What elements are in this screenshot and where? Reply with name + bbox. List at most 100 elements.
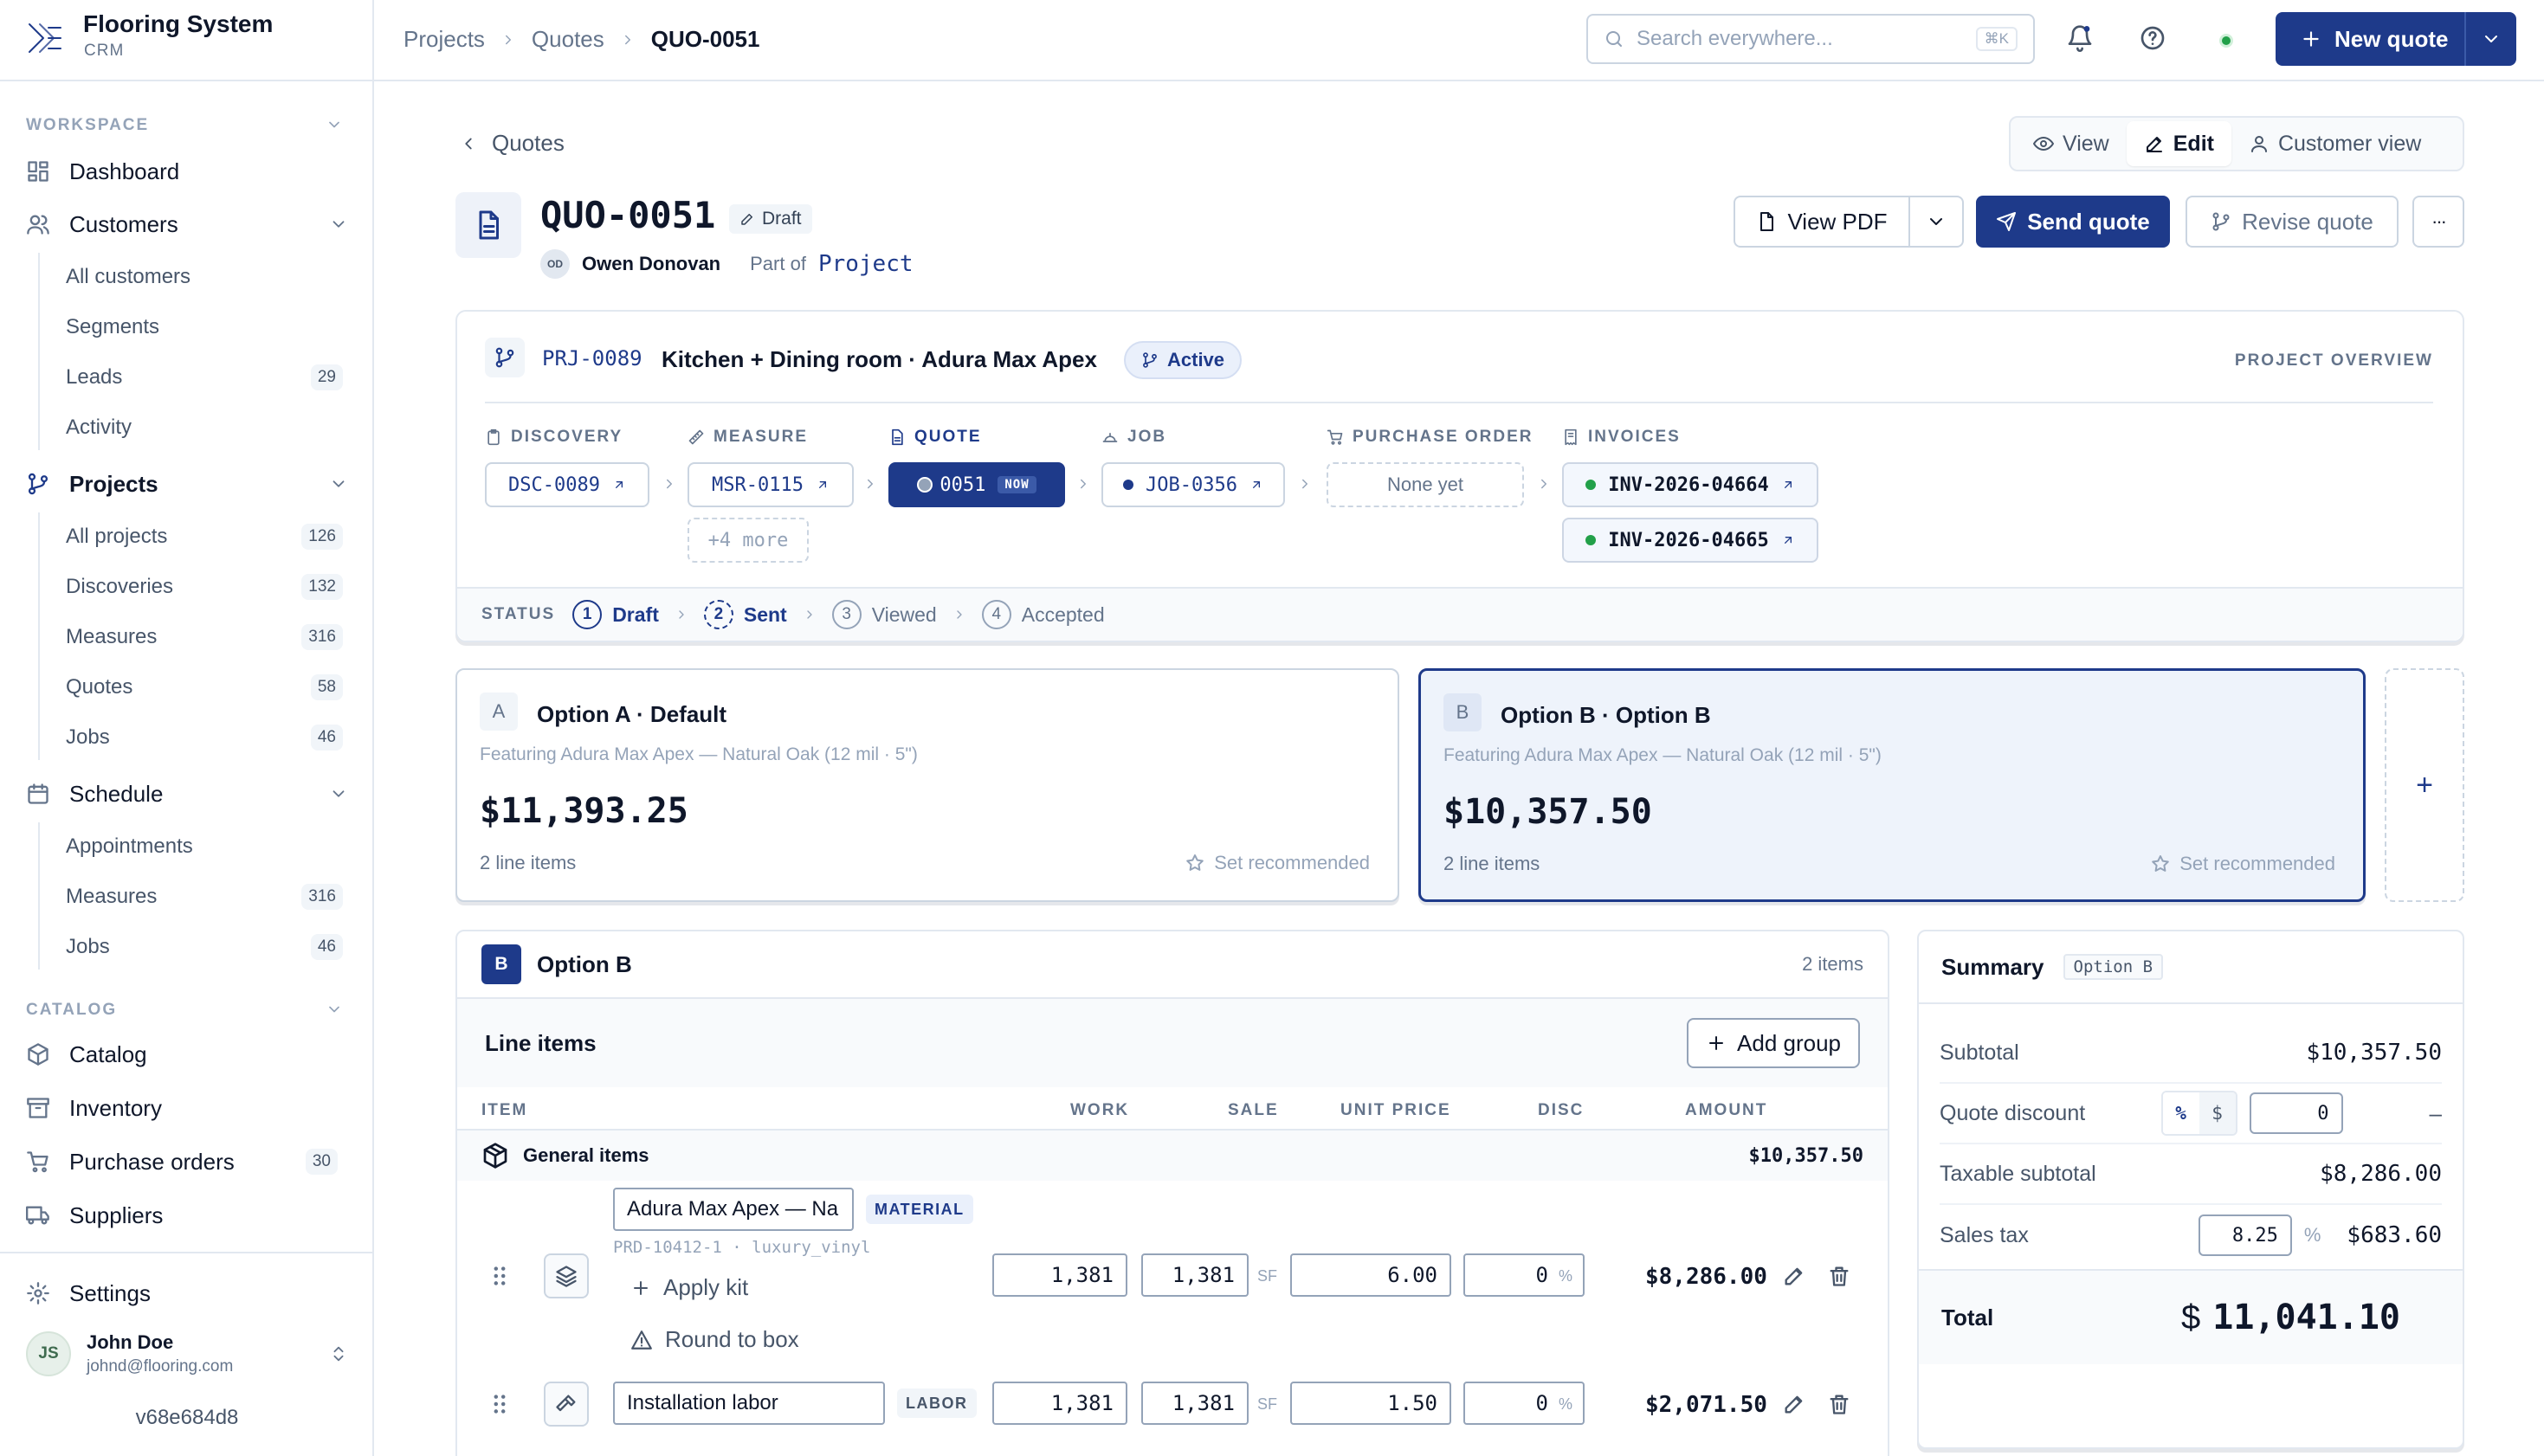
help-icon[interactable] — [2139, 24, 2166, 52]
sidebar-item-measures[interactable]: Measures 316 — [66, 620, 343, 654]
item-name-input[interactable]: Installation labor — [613, 1382, 885, 1425]
sidebar-item-customers[interactable]: Customers — [26, 205, 355, 243]
sidebar-item-quotes[interactable]: Quotes 58 — [66, 670, 343, 705]
invoice-chip-1[interactable]: INV-2026-04664 — [1562, 462, 1818, 507]
round-to-box-button[interactable]: Round to box — [630, 1326, 799, 1353]
unit-price-input[interactable]: 1.50 — [1290, 1382, 1451, 1425]
count-badge: 46 — [310, 725, 343, 751]
sidebar-item-settings[interactable]: Settings — [26, 1274, 355, 1312]
stage-job-header: JOB — [1101, 428, 1166, 447]
bell-icon[interactable] — [2066, 24, 2094, 52]
new-quote-dropdown[interactable] — [2464, 12, 2516, 66]
sidebar-item-label: Customers — [69, 210, 178, 237]
edit-icon[interactable] — [1782, 1264, 1806, 1288]
sidebar-item-activity[interactable]: Activity — [66, 410, 343, 445]
more-actions-button[interactable]: ··· — [2412, 196, 2464, 248]
item-name-input[interactable]: Adura Max Apex — Na — [613, 1188, 854, 1231]
sidebar-item-inventory[interactable]: Inventory — [26, 1089, 355, 1127]
option-featuring: Featuring Adura Max Apex — Natural Oak (… — [480, 744, 918, 764]
sidebar-item-schedule-measures[interactable]: Measures 316 — [66, 879, 343, 914]
new-quote-main[interactable]: New quote — [2276, 12, 2464, 66]
archive-icon — [26, 1096, 54, 1120]
step-accepted[interactable]: 4 Accepted — [981, 600, 1105, 629]
breadcrumb-projects[interactable]: Projects — [404, 26, 485, 53]
sidebar-item-all-customers[interactable]: All customers — [66, 260, 343, 294]
set-recommended-button[interactable]: Set recommended — [1185, 852, 1370, 874]
status-label: STATUS — [481, 605, 556, 623]
sidebar-item-all-projects[interactable]: All projects 126 — [66, 519, 343, 554]
status-badge: Draft — [729, 204, 812, 234]
trash-icon[interactable] — [1827, 1392, 1851, 1416]
add-group-button[interactable]: Add group — [1687, 1018, 1860, 1068]
edit-icon[interactable] — [1782, 1392, 1806, 1416]
sale-qty-input[interactable]: 1,381 — [1141, 1382, 1249, 1425]
sidebar-item-schedule[interactable]: Schedule — [26, 775, 355, 813]
sidebar-item-purchase-orders[interactable]: Purchase orders 30 — [26, 1143, 355, 1181]
sidebar-item-discoveries[interactable]: Discoveries 132 — [66, 570, 343, 604]
set-recommended-button[interactable]: Set recommended — [2150, 853, 2335, 875]
job-chip[interactable]: JOB-0356 — [1101, 462, 1285, 507]
view-pdf-button[interactable]: View PDF — [1734, 196, 1910, 248]
sidebar-item-label: Discoveries — [66, 575, 174, 598]
view-mode-customer[interactable]: Customer view — [2231, 121, 2438, 166]
add-option-button[interactable]: + — [2385, 668, 2464, 902]
user-menu[interactable]: JS John Doe johnd@flooring.com — [26, 1331, 355, 1376]
project-link[interactable]: Project — [818, 251, 914, 277]
sidebar-item-suppliers[interactable]: Suppliers — [26, 1196, 355, 1234]
sale-qty-input[interactable]: 1,381 — [1141, 1253, 1249, 1297]
revise-quote-button[interactable]: Revise quote — [2186, 196, 2399, 248]
step-sent[interactable]: 2 Sent — [703, 600, 787, 629]
drag-handle-icon[interactable] — [492, 1392, 507, 1416]
trash-icon[interactable] — [1827, 1264, 1851, 1288]
sidebar-item-jobs[interactable]: Jobs 46 — [66, 720, 343, 755]
sidebar-item-leads[interactable]: Leads 29 — [66, 360, 343, 395]
search-input[interactable] — [1637, 27, 1976, 51]
view-mode-view[interactable]: View — [2016, 121, 2127, 166]
discount-dollar-option[interactable]: $ — [2199, 1092, 2236, 1134]
quote-chip-current[interactable]: 0051 NOW — [888, 462, 1065, 507]
measure-more-chip[interactable]: +4 more — [688, 518, 809, 563]
breadcrumb-quotes[interactable]: Quotes — [532, 26, 604, 53]
sidebar-item-catalog[interactable]: Catalog — [26, 1035, 355, 1073]
option-title: Option A · Default — [537, 701, 727, 727]
measure-chip[interactable]: MSR-0115 — [688, 462, 854, 507]
discovery-chip[interactable]: DSC-0089 — [485, 462, 649, 507]
work-qty-input[interactable]: 1,381 — [992, 1382, 1127, 1425]
quote-discount-input[interactable]: 0 — [2249, 1092, 2343, 1134]
sidebar-item-schedule-jobs[interactable]: Jobs 46 — [66, 930, 343, 964]
sidebar-item-appointments[interactable]: Appointments — [66, 829, 343, 864]
sidebar-item-segments[interactable]: Segments — [66, 310, 343, 345]
step-draft[interactable]: 1 Draft — [572, 600, 659, 629]
apply-kit-button[interactable]: Apply kit — [630, 1274, 748, 1301]
step-viewed[interactable]: 3 Viewed — [831, 600, 937, 629]
back-link[interactable]: Quotes — [459, 130, 565, 157]
sidebar-item-dashboard[interactable]: Dashboard — [26, 152, 355, 190]
sidebar-item-projects[interactable]: Projects — [26, 465, 355, 503]
now-tag: NOW — [998, 476, 1036, 493]
workspace-collapse-icon[interactable] — [326, 116, 343, 133]
discount-percent-option[interactable]: % — [2162, 1092, 2199, 1134]
users-icon — [26, 212, 54, 236]
view-pdf-dropdown[interactable] — [1908, 196, 1964, 248]
option-card-a[interactable]: A Option A · Default Featuring Adura Max… — [455, 668, 1399, 902]
option-card-b[interactable]: B Option B · Option B Featuring Adura Ma… — [1418, 668, 2366, 902]
topbar: Projects Quotes QUO-0051 ⌘K New quote — [374, 0, 2544, 81]
column-header-work: WORK — [1070, 1101, 1130, 1119]
unit-price-input[interactable]: 6.00 — [1290, 1253, 1451, 1297]
summary-option-tag: Option B — [2063, 954, 2164, 980]
invoice-chip-2[interactable]: INV-2026-04665 — [1562, 518, 1818, 563]
count-badge: 46 — [310, 934, 343, 960]
tax-rate-input[interactable]: 8.25 — [2198, 1214, 2292, 1256]
drag-handle-icon[interactable] — [492, 1264, 507, 1288]
project-code[interactable]: PRJ-0089 — [542, 346, 642, 370]
global-search[interactable]: ⌘K — [1586, 14, 2035, 64]
work-qty-input[interactable]: 1,381 — [992, 1253, 1127, 1297]
sidebar-item-label: Quotes — [66, 675, 133, 699]
count-badge: 316 — [301, 884, 343, 910]
catalog-collapse-icon[interactable] — [326, 1001, 343, 1018]
new-quote-button[interactable]: New quote — [2276, 12, 2516, 66]
brand-subtitle: CRM — [84, 42, 125, 60]
view-mode-edit[interactable]: Edit — [2126, 121, 2231, 166]
sidebar-item-label: Activity — [66, 416, 132, 439]
send-quote-button[interactable]: Send quote — [1976, 196, 2170, 248]
